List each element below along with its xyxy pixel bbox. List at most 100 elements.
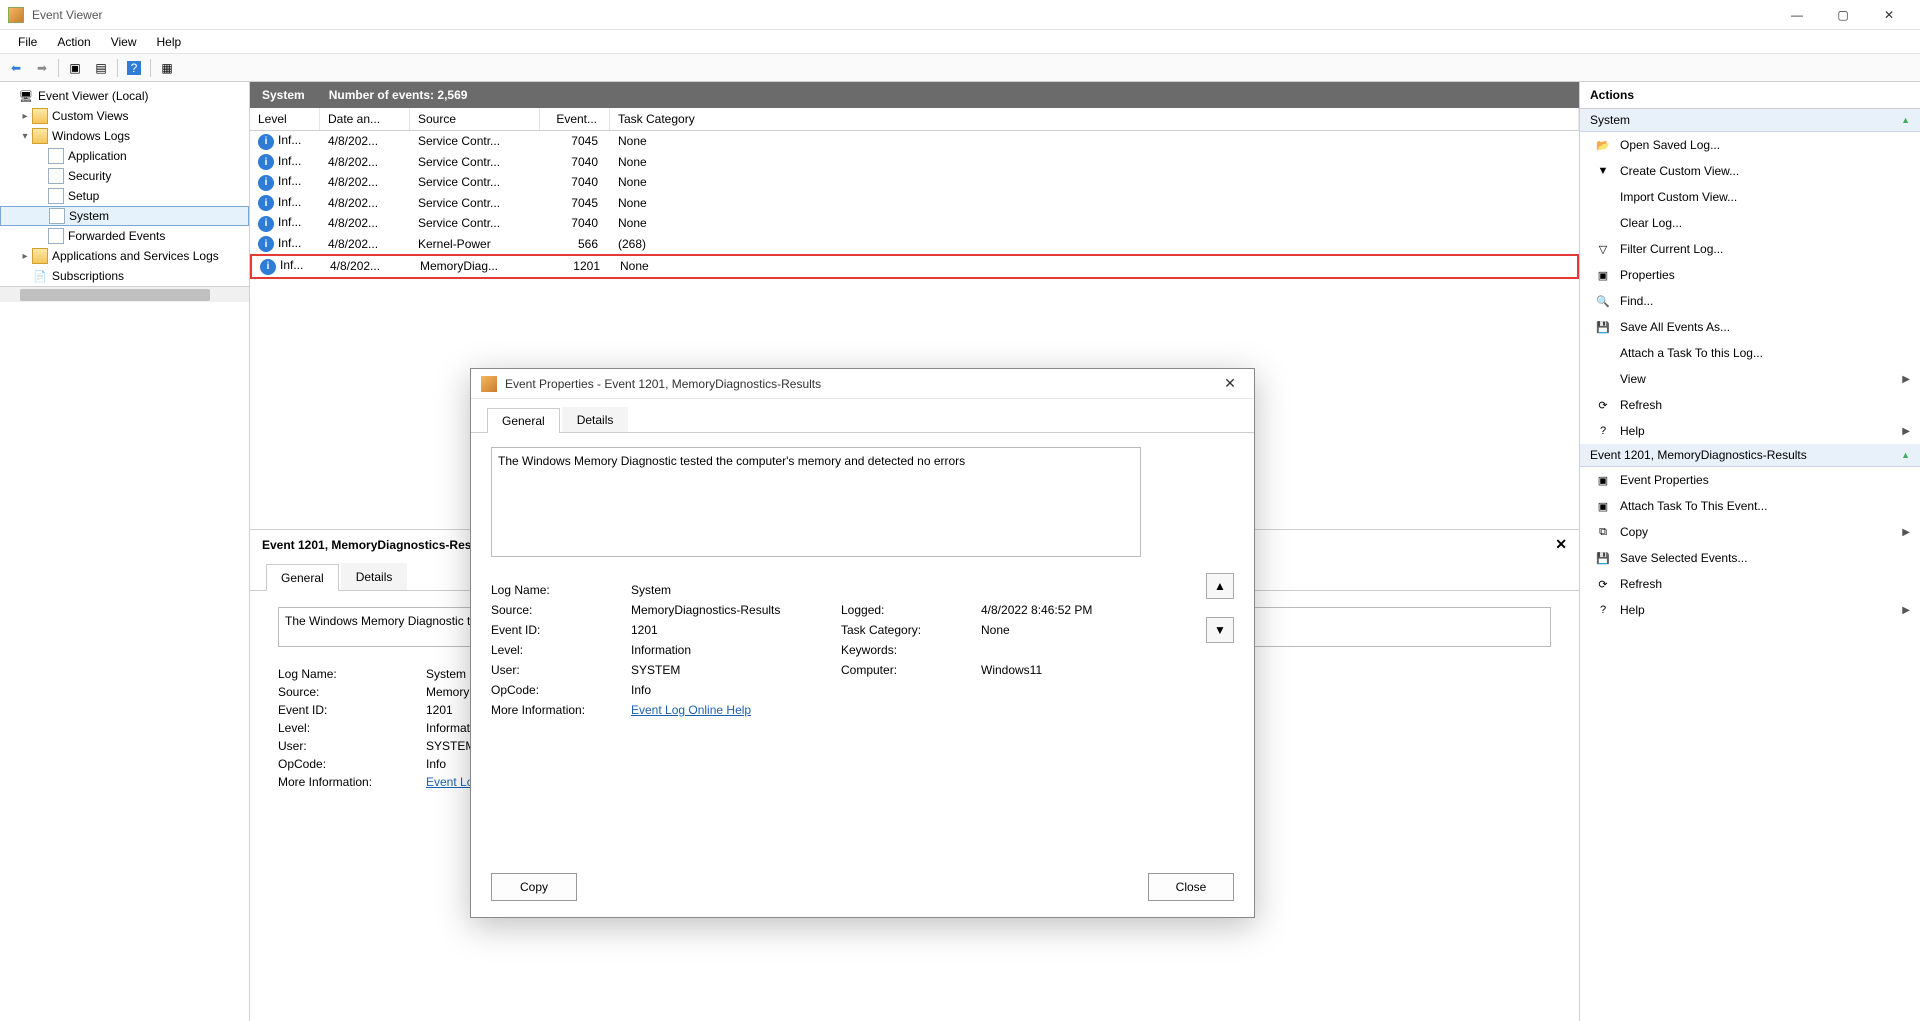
cell-category: (268) (610, 236, 1579, 252)
action-import-custom-view[interactable]: Import Custom View... (1580, 184, 1920, 210)
cell-category: None (610, 174, 1579, 190)
cell-level: iInf... (250, 173, 320, 192)
cell-category: None (610, 195, 1579, 211)
tree-log-application[interactable]: Application (0, 146, 249, 166)
action-event-properties[interactable]: ▣ Event Properties (1580, 467, 1920, 493)
action-attach-a-task-to-this-log[interactable]: Attach a Task To this Log... (1580, 340, 1920, 366)
col-source[interactable]: Source (410, 108, 540, 130)
maximize-button[interactable]: ▢ (1820, 1, 1866, 29)
action-refresh[interactable]: ⟳Refresh (1580, 571, 1920, 597)
column-headers[interactable]: Level Date an... Source Event... Task Ca… (250, 108, 1579, 131)
event-row[interactable]: iInf...4/8/202...Service Contr...7045Non… (250, 131, 1579, 152)
action-create-custom-view[interactable]: ▼Create Custom View... (1580, 158, 1920, 184)
tree-root[interactable]: 🖥 Event Viewer (Local) (0, 86, 249, 106)
action-view[interactable]: View▶ (1580, 366, 1920, 392)
k-source: Source: (278, 685, 418, 699)
tree-log-system[interactable]: System (0, 206, 249, 226)
action-group-system[interactable]: System ▲ (1580, 109, 1920, 132)
action-save-selected-events[interactable]: 💾Save Selected Events... (1580, 545, 1920, 571)
dialog-tab-general[interactable]: General (487, 408, 560, 433)
help-button[interactable]: ? (122, 57, 146, 79)
event-log-help-link[interactable]: Event Log Online Help (631, 703, 751, 717)
action-label: Properties (1620, 268, 1675, 282)
caret-right-icon[interactable]: ▸ (18, 251, 32, 262)
preview-button[interactable]: ▦ (155, 57, 179, 79)
prev-event-button[interactable]: ▲ (1206, 573, 1234, 599)
minimize-button[interactable]: — (1774, 1, 1820, 29)
action-properties[interactable]: ▣Properties (1580, 262, 1920, 288)
event-row[interactable]: iInf...4/8/202...Service Contr...7040Non… (250, 152, 1579, 173)
tree-custom-views[interactable]: ▸ Custom Views (0, 106, 249, 126)
tree-apps-services[interactable]: ▸ Applications and Services Logs (0, 246, 249, 266)
menu-help[interactable]: Help (147, 32, 192, 52)
show-tree-button[interactable]: ▣ (63, 57, 87, 79)
preview-pane-icon: ▦ (161, 61, 172, 75)
action-help[interactable]: ?Help▶ (1580, 418, 1920, 444)
event-row[interactable]: iInf...4/8/202...MemoryDiag...1201None (250, 254, 1579, 279)
col-date[interactable]: Date an... (320, 108, 410, 130)
dialog-message: The Windows Memory Diagnostic tested the… (491, 447, 1141, 557)
caret-down-icon[interactable]: ▾ (18, 131, 32, 142)
v-keywords (981, 643, 1181, 657)
menu-action[interactable]: Action (47, 32, 100, 52)
tree-log-setup[interactable]: Setup (0, 186, 249, 206)
tab-general[interactable]: General (266, 564, 339, 591)
action-attach-task-to-this-event[interactable]: ▣Attach Task To This Event... (1580, 493, 1920, 519)
action-open-saved-log[interactable]: 📂Open Saved Log... (1580, 132, 1920, 158)
col-level[interactable]: Level (250, 108, 320, 130)
action-copy[interactable]: ⧉Copy▶ (1580, 519, 1920, 545)
action-group-event[interactable]: Event 1201, MemoryDiagnostics-Results ▲ (1580, 444, 1920, 467)
dialog-title: Event Properties - Event 1201, MemoryDia… (505, 377, 1216, 391)
tree-log-security[interactable]: Security (0, 166, 249, 186)
navigation-tree[interactable]: 🖥 Event Viewer (Local) ▸ Custom Views ▾ … (0, 82, 250, 1021)
action-find[interactable]: 🔍Find... (1580, 288, 1920, 314)
tab-details[interactable]: Details (341, 563, 408, 590)
action-label: Help (1620, 603, 1645, 617)
action-filter-current-log[interactable]: ▽Filter Current Log... (1580, 236, 1920, 262)
event-row[interactable]: iInf...4/8/202...Kernel-Power566(268) (250, 234, 1579, 255)
dialog-title-bar[interactable]: Event Properties - Event 1201, MemoryDia… (471, 369, 1254, 399)
back-button[interactable]: ⬅ (4, 57, 28, 79)
cell-source: Service Contr... (410, 215, 540, 231)
caret-right-icon[interactable]: ▸ (18, 111, 32, 122)
tree-subscriptions[interactable]: 📄 Subscriptions (0, 266, 249, 286)
event-row[interactable]: iInf...4/8/202...Service Contr...7040Non… (250, 213, 1579, 234)
savesel-icon: 💾 (1594, 550, 1612, 566)
forward-button[interactable]: ➡ (30, 57, 54, 79)
menu-file[interactable]: File (8, 32, 47, 52)
action-save-all-events-as[interactable]: 💾Save All Events As... (1580, 314, 1920, 340)
cell-level: iInf... (250, 153, 320, 172)
next-event-button[interactable]: ▼ (1206, 617, 1234, 643)
refresh-icon: ⟳ (1594, 576, 1612, 592)
tree-log-forwarded[interactable]: Forwarded Events (0, 226, 249, 246)
cell-category: None (610, 133, 1579, 149)
chevron-right-icon: ▶ (1902, 374, 1910, 385)
cell-source: Service Contr... (410, 133, 540, 149)
tree-horizontal-scrollbar[interactable] (0, 286, 249, 302)
dialog-tab-details[interactable]: Details (562, 407, 629, 432)
action-help[interactable]: ?Help▶ (1580, 597, 1920, 623)
k-taskcat: Task Category: (841, 623, 971, 637)
tree-label: System (69, 209, 109, 223)
col-category[interactable]: Task Category (610, 108, 1579, 130)
col-eventid[interactable]: Event... (540, 108, 610, 130)
action-refresh[interactable]: ⟳Refresh (1580, 392, 1920, 418)
show-list-button[interactable]: ▤ (89, 57, 113, 79)
tree-windows-logs[interactable]: ▾ Windows Logs (0, 126, 249, 146)
close-button[interactable]: Close (1148, 873, 1234, 901)
dialog-close-button[interactable]: ✕ (1216, 375, 1244, 392)
event-row[interactable]: iInf...4/8/202...Service Contr...7040Non… (250, 172, 1579, 193)
toolbar-separator (58, 59, 59, 77)
action-clear-log[interactable]: Clear Log... (1580, 210, 1920, 236)
copy-button[interactable]: Copy (491, 873, 577, 901)
action-label: Clear Log... (1620, 216, 1682, 230)
tree-label: Forwarded Events (68, 229, 165, 243)
k-level: Level: (491, 643, 621, 657)
detail-close-button[interactable]: ✕ (1555, 536, 1567, 553)
eventprops-icon: ▣ (1594, 472, 1612, 488)
k-logged: Logged: (841, 603, 971, 617)
action-label: Event Properties (1620, 473, 1709, 487)
event-row[interactable]: iInf...4/8/202...Service Contr...7045Non… (250, 193, 1579, 214)
menu-view[interactable]: View (101, 32, 147, 52)
close-window-button[interactable]: ✕ (1866, 1, 1912, 29)
